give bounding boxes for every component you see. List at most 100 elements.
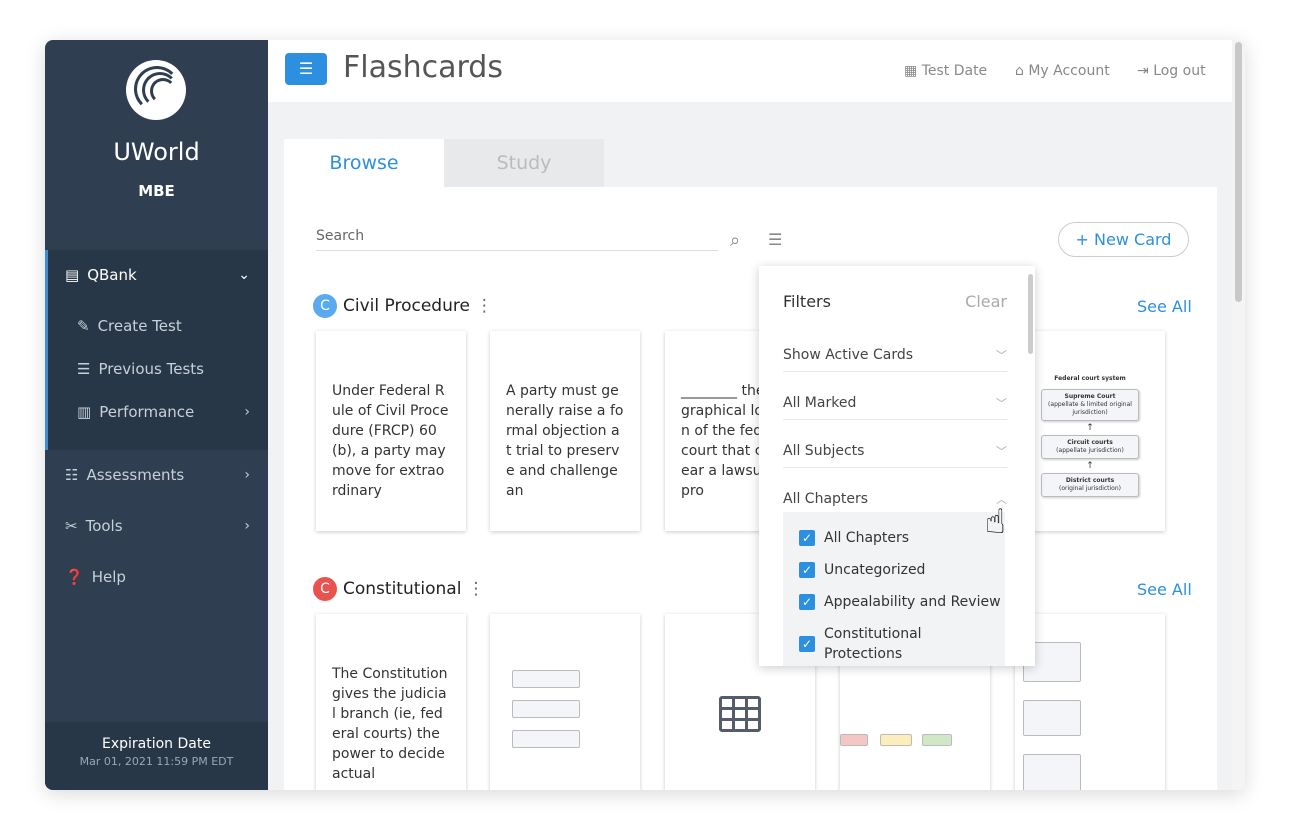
label: All Subjects [783,442,865,459]
tab-study[interactable]: Study [444,139,604,187]
label: Constitutional Protections [824,626,922,662]
card-text: Under Federal Rule of Civil Procedure (F… [332,383,449,499]
filters-dropdown: Filters Clear Show Active Cards ﹀ All Mar… [759,266,1035,666]
subject-badge: C [313,577,337,601]
sidebar-item-tools[interactable]: ✂ Tools › [65,517,250,535]
flashcard[interactable]: The Constitution gives the judicial bran… [316,614,466,790]
filter-marked[interactable]: All Marked ﹀ [783,386,1007,420]
filter-active-cards[interactable]: Show Active Cards ﹀ [783,338,1007,372]
diagram-title: Federal court system [1054,375,1126,382]
label: QBank [87,266,137,284]
header: ☰ Flashcards ▦ Test Date ⌂ My Account ⇥ … [268,40,1232,102]
checkbox-all-chapters[interactable]: ✓ All Chapters [799,528,909,548]
list-icon: ☰ [77,360,91,378]
tools-icon: ✂ [65,517,78,535]
sidebar-item-performance[interactable]: ▥ Performance › [77,403,250,421]
flashcard-diagram[interactable] [490,614,640,790]
see-all-link[interactable]: See All [1137,297,1192,316]
box-sub: (appellate jurisdiction) [1056,447,1124,454]
search-input[interactable]: Search [316,228,718,251]
file-icon: ▤ [65,266,80,284]
label: Performance [99,403,195,421]
test-date-link[interactable]: ▦ Test Date [904,63,987,79]
chapter-options: ✓ All Chapters ✓ Uncategorized ✓ Appealabil… [783,512,1005,666]
check-icon: ✓ [799,636,815,652]
diagram: Federal court system Supreme Court (appel… [1035,375,1145,497]
checkbox-constitutional-protections[interactable]: ✓ Constitutional Protections [799,624,922,664]
section-civil-procedure: C Civil Procedure ⋮ [313,294,493,318]
label: Previous Tests [98,360,204,378]
chevron-down-icon: ﹀ [996,396,1007,410]
label: Assessments [86,466,185,484]
bar-chart-icon: ▥ [77,403,92,421]
label: Show Active Cards [783,346,914,363]
filters-title: Filters [783,292,831,311]
my-account-link[interactable]: ⌂ My Account [1015,63,1110,79]
chevron-right-icon: › [244,467,250,483]
label: Appealability and Review [824,594,1001,610]
hand-cursor-icon: ☝ [985,502,1006,542]
menu-button[interactable]: ☰ [285,53,327,85]
app-window: UWorld MBE ▤ QBank ⌄ ✎ Create Test ☰ Previou… [45,40,1245,790]
sidebar: UWorld MBE ▤ QBank ⌄ ✎ Create Test ☰ Previou… [45,40,268,790]
box-title: District courts [1065,477,1115,484]
sidebar-item-help[interactable]: ❓ Help [65,568,250,586]
subject-badge: C [313,294,337,318]
flashcard-diagram[interactable] [1015,614,1165,790]
more-options-icon[interactable]: ⋮ [476,296,493,316]
arrow-icon: ↑ [1086,461,1094,471]
label: Create Test [97,317,182,335]
uworld-logo [126,60,186,120]
checklist-icon: ☷ [65,466,79,484]
diagram-box: Supreme Court (appellate & limited origin… [1041,389,1139,421]
chevron-down-icon: ﹀ [996,348,1007,362]
label: Help [91,568,126,586]
clear-button[interactable]: Clear [965,292,1007,311]
arrow-icon: ↑ [1086,423,1094,433]
label: All Marked [783,394,857,411]
table-icon [719,696,761,732]
label: Log out [1153,63,1206,79]
filter-subjects[interactable]: All Subjects ﹀ [783,434,1007,468]
checkbox-appealability[interactable]: ✓ Appealability and Review [799,592,1001,612]
section-constitutional: C Constitutional ⋮ [313,577,484,601]
check-icon: ✓ [799,530,815,546]
label: Uncategorized [824,562,926,578]
question-icon: ❓ [65,568,84,586]
checkbox-uncategorized[interactable]: ✓ Uncategorized [799,560,925,580]
expiration-label: Expiration Date [102,736,211,752]
chevron-down-icon: ⌄ [238,267,250,283]
expiration-value: Mar 01, 2021 11:59 PM EDT [79,755,234,768]
search-icon[interactable]: ⌕ [730,230,740,251]
section-title: Civil Procedure [343,296,470,316]
flashcard-diagram[interactable]: Federal court system Supreme Court (appel… [1015,331,1165,531]
box-sub: (appellate & limited original jurisdicti… [1048,401,1132,416]
sidebar-item-qbank[interactable]: ▤ QBank ⌄ [65,266,250,284]
new-card-button[interactable]: + New Card [1058,222,1189,257]
flashcard[interactable]: Under Federal Rule of Civil Procedure (F… [316,331,466,531]
chevron-right-icon: › [244,404,250,420]
sidebar-item-assessments[interactable]: ☷ Assessments › [65,466,250,484]
expiration: Expiration Date Mar 01, 2021 11:59 PM ED… [45,722,268,790]
flashcard[interactable]: A party must generally raise a formal ob… [490,331,640,531]
check-icon: ✓ [799,594,815,610]
filters-scrollbar[interactable] [1028,274,1033,354]
edit-icon: ✎ [77,317,90,335]
tab-browse[interactable]: Browse [284,139,444,187]
filter-sliders-icon[interactable]: ☰ [768,230,782,249]
brand-name: UWorld [113,138,200,166]
page-scrollbar[interactable] [1232,40,1245,790]
diagram-box: District courts (original jurisdiction) [1041,473,1139,497]
box-title: Circuit courts [1067,439,1113,446]
chevron-down-icon: ﹀ [996,444,1007,458]
diagram-box: Circuit courts (appellate jurisdiction) [1041,435,1139,459]
log-out-link[interactable]: ⇥ Log out [1137,63,1206,79]
filter-chapters[interactable]: All Chapters ︿ [783,482,1007,516]
more-options-icon[interactable]: ⋮ [467,579,484,599]
box-sub: (original jurisdiction) [1058,485,1121,492]
label: My Account [1028,63,1110,79]
chevron-right-icon: › [244,518,250,534]
see-all-link[interactable]: See All [1137,580,1192,599]
label: All Chapters [824,530,910,546]
page-title: Flashcards [343,50,503,85]
